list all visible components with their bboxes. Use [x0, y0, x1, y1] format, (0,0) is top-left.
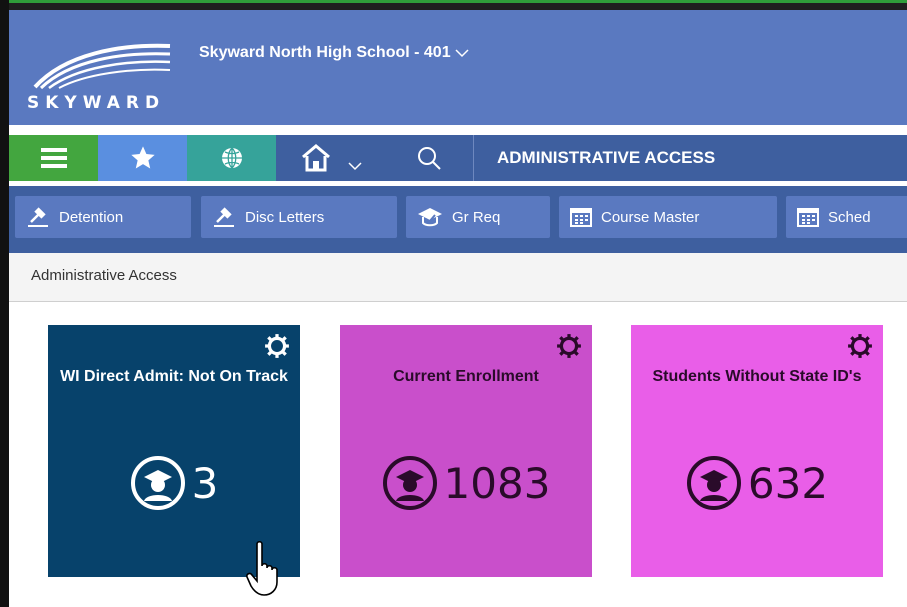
globe-button[interactable] — [187, 135, 276, 181]
disc-letters-button[interactable]: Disc Letters — [201, 196, 397, 238]
header: SKYWARD Skyward North High School - 401 — [9, 10, 907, 125]
detention-button[interactable]: Detention — [15, 196, 191, 238]
gear-icon[interactable] — [847, 333, 873, 359]
chevron-down-icon — [455, 49, 469, 58]
disc-letters-label: Disc Letters — [245, 208, 325, 226]
tile-title: WI Direct Admit: Not On Track — [60, 368, 288, 385]
course-master-button[interactable]: Course Master — [559, 196, 777, 238]
section-label: ADMINISTRATIVE ACCESS — [497, 148, 716, 167]
sched-button[interactable]: Sched — [786, 196, 907, 238]
star-icon — [130, 146, 155, 169]
graduation-cap-icon — [418, 208, 442, 227]
tile-title: Students Without State ID's — [652, 368, 862, 385]
globe-icon — [221, 147, 242, 169]
logo-text: SKYWARD — [27, 93, 165, 112]
gear-icon[interactable] — [556, 333, 582, 359]
tile-stat: 3 — [48, 455, 300, 511]
menu-button[interactable] — [9, 135, 98, 181]
search-icon — [418, 147, 441, 170]
breadcrumb-bar: Administrative Access — [9, 253, 907, 302]
sched-label: Sched — [828, 208, 871, 226]
chevron-down-icon — [347, 162, 362, 171]
main-navbar: ADMINISTRATIVE ACCESS — [9, 135, 907, 181]
calendar-icon — [797, 208, 819, 227]
gavel-icon — [28, 207, 48, 227]
menu-icon — [40, 148, 67, 168]
gr-req-label: Gr Req — [452, 208, 501, 226]
calendar-icon — [570, 208, 592, 227]
home-icon — [301, 144, 330, 172]
tile-students-without-state-id[interactable]: Students Without State ID's 632 — [631, 325, 883, 577]
tile-stat: 632 — [631, 455, 883, 511]
search-button[interactable] — [385, 135, 474, 181]
tile-count: 1083 — [443, 458, 551, 508]
tile-current-enrollment[interactable]: Current Enrollment 1083 — [340, 325, 592, 577]
gr-req-button[interactable]: Gr Req — [406, 196, 550, 238]
app-window: SKYWARD Skyward North High School - 401 — [0, 0, 907, 607]
course-master-label: Course Master — [601, 208, 700, 226]
window-top-strip — [0, 0, 907, 10]
tile-count: 3 — [191, 458, 219, 508]
tile-count: 632 — [747, 458, 829, 508]
gear-icon[interactable] — [264, 333, 290, 359]
breadcrumb: Administrative Access — [31, 267, 177, 284]
favorites-button[interactable] — [98, 135, 187, 181]
school-name: Skyward North High School - 401 — [199, 44, 451, 61]
quicklinks-toolbar: Detention Disc Letters Gr Req Course Mas… — [9, 186, 907, 253]
skyward-logo[interactable]: SKYWARD — [25, 32, 175, 113]
gavel-icon — [214, 207, 234, 227]
student-icon — [130, 456, 185, 510]
tile-wi-direct-admit[interactable]: WI Direct Admit: Not On Track 3 — [48, 325, 300, 577]
detention-label: Detention — [59, 208, 124, 226]
window-left-border — [0, 0, 9, 607]
student-icon — [382, 456, 437, 510]
student-icon — [686, 456, 741, 510]
home-button[interactable] — [276, 135, 386, 181]
school-selector[interactable]: Skyward North High School - 401 — [199, 44, 469, 62]
tile-stat: 1083 — [340, 455, 592, 511]
tile-title: Current Enrollment — [393, 368, 539, 385]
